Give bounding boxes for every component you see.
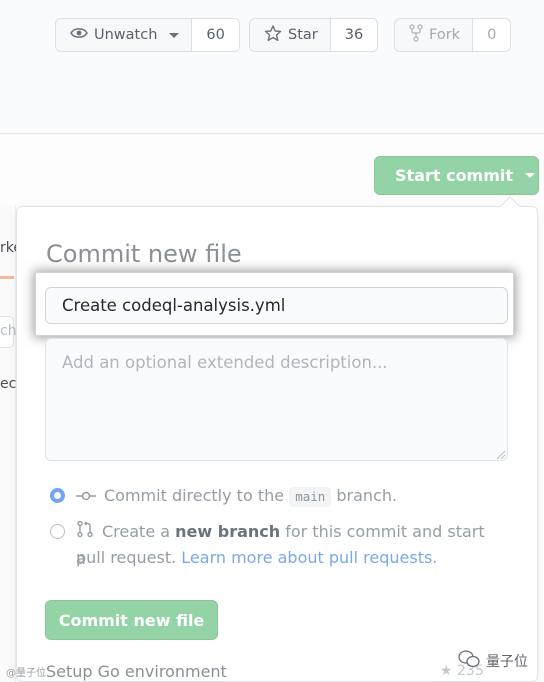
branch-name-badge: main [289, 487, 332, 507]
chevron-down-icon [525, 173, 536, 178]
resize-grip-icon[interactable] [494, 448, 506, 460]
learn-more-link[interactable]: Learn more about pull requests. [181, 548, 437, 567]
fork-button-group: Fork 0 [394, 18, 512, 52]
watch-button[interactable]: Unwatch [56, 19, 193, 51]
watermark-left: @量子位 [6, 668, 46, 679]
star-label: Star [288, 27, 318, 43]
background-tab-underline [0, 276, 14, 279]
background-footer-row: Setup Go environment [46, 662, 227, 681]
repo-header: Unwatch 60 Star 36 Fork 0 [0, 0, 544, 134]
new-branch-bold: new branch [175, 522, 281, 541]
commit-new-file-button[interactable]: Commit new file [45, 600, 218, 640]
popover-title: Commit new file [46, 240, 242, 268]
commit-direct-option[interactable]: Commit directly to the main branch. [76, 483, 397, 510]
watch-count[interactable]: 60 [192, 19, 239, 51]
fork-icon [409, 24, 423, 46]
commit-direct-prefix: Commit directly to the [104, 486, 285, 505]
description-placeholder: Add an optional extended description... [62, 353, 388, 372]
fork-count[interactable]: 0 [473, 19, 511, 51]
start-commit-button[interactable]: Start commit [374, 156, 539, 195]
new-branch-radio[interactable] [50, 524, 65, 539]
pull-request-icon [76, 520, 94, 546]
new-branch-line2: pull request. [76, 548, 177, 567]
wechat-icon [458, 650, 480, 672]
commit-icon [76, 484, 96, 510]
background-search-text: ch [0, 323, 17, 339]
watermark-right-text: 量子位 [486, 654, 528, 670]
watch-label: Unwatch [94, 27, 158, 43]
watermark-right: 量子位 [458, 650, 528, 672]
new-branch-prefix: Create a [102, 522, 171, 541]
star-button[interactable]: Star [250, 19, 331, 51]
commit-direct-suffix: branch. [336, 486, 398, 505]
new-branch-option-line2: pull request. Learn more about pull requ… [76, 545, 437, 571]
star-button-group: Star 36 [249, 18, 379, 52]
star-icon [264, 24, 282, 46]
commit-direct-radio[interactable] [50, 488, 65, 503]
chevron-down-icon [169, 32, 180, 38]
eye-icon [70, 26, 88, 44]
start-commit-label: Start commit [395, 166, 514, 185]
fork-label: Fork [429, 27, 461, 43]
star-count[interactable]: 36 [330, 19, 378, 51]
commit-title-input[interactable]: Create codeql-analysis.yml [45, 287, 508, 324]
fork-button[interactable]: Fork [395, 19, 474, 51]
watch-button-group: Unwatch 60 [55, 18, 240, 52]
background-row-text: ec [0, 376, 17, 392]
commit-description-textarea[interactable]: Add an optional extended description... [45, 338, 508, 461]
